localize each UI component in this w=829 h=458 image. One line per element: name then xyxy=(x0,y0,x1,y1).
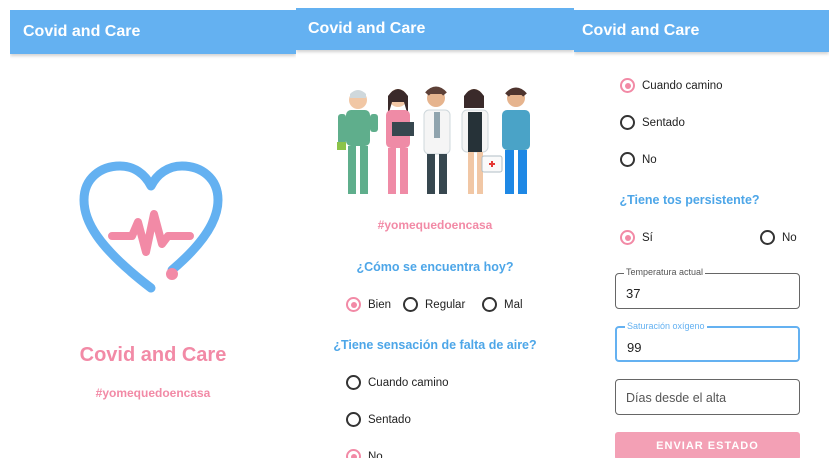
medical-team-illustration xyxy=(337,86,530,194)
radio-unselected-icon xyxy=(620,152,635,167)
form-screen-top: Covid and Care #yomequedoencasa ¿Cómo se… xyxy=(296,8,574,458)
radio-sentado[interactable]: Sentado xyxy=(346,412,411,427)
splash-screen: Covid and Care Covid and Care #yomequedo… xyxy=(10,10,296,458)
app-title: Covid and Care xyxy=(23,23,141,40)
radio-selected-icon xyxy=(346,449,361,458)
radio-selected-icon xyxy=(346,297,361,312)
app-title: Covid and Care xyxy=(308,20,426,37)
radio-cuando-camino[interactable]: Cuando camino xyxy=(620,78,723,93)
radio-selected-icon xyxy=(620,78,635,93)
saturation-field[interactable]: Saturación oxígeno 99 xyxy=(615,321,800,362)
radio-label: No xyxy=(642,153,657,166)
radio-no[interactable]: No xyxy=(346,449,383,458)
form-screen-bottom: Covid and Care Cuando camino Sentado No … xyxy=(574,10,829,458)
field-value: 37 xyxy=(626,286,641,301)
radio-label: Sentado xyxy=(642,116,685,129)
radio-label: Sí xyxy=(642,231,653,244)
days-since-discharge-field[interactable]: Días desde el alta xyxy=(615,379,800,415)
radio-selected-icon xyxy=(620,230,635,245)
radio-label: No xyxy=(368,450,383,458)
radio-unselected-icon xyxy=(403,297,418,312)
field-label: Saturación oxígeno xyxy=(625,321,707,331)
question-cough: ¿Tiene tos persistente? xyxy=(619,193,760,207)
radio-mal[interactable]: Mal xyxy=(482,297,523,312)
radio-regular[interactable]: Regular xyxy=(403,297,465,312)
temperature-field[interactable]: Temperatura actual 37 xyxy=(615,267,800,309)
app-bar: Covid and Care xyxy=(10,10,296,54)
radio-label: Sentado xyxy=(368,413,411,426)
radio-unselected-icon xyxy=(760,230,775,245)
hashtag: #yomequedoencasa xyxy=(95,386,211,400)
radio-cuando-camino[interactable]: Cuando camino xyxy=(346,375,449,390)
radio-label: Mal xyxy=(504,298,523,311)
radio-no[interactable]: No xyxy=(620,152,657,167)
radio-unselected-icon xyxy=(346,375,361,390)
field-label: Temperatura actual xyxy=(624,267,706,277)
app-title: Covid and Care xyxy=(582,22,700,39)
send-status-button[interactable]: ENVIAR ESTADO xyxy=(615,432,800,458)
radio-label: Bien xyxy=(368,298,392,311)
hashtag: #yomequedoencasa xyxy=(377,218,493,232)
radio-label: Regular xyxy=(425,298,466,311)
radio-sentado[interactable]: Sentado xyxy=(620,115,685,130)
radio-label: Cuando camino xyxy=(368,376,449,389)
heart-pulse-icon xyxy=(79,161,223,293)
radio-unselected-icon xyxy=(346,412,361,427)
field-value: 99 xyxy=(627,340,642,355)
radio-label: No xyxy=(782,231,797,244)
radio-si[interactable]: Sí xyxy=(620,230,653,245)
radio-unselected-icon xyxy=(620,115,635,130)
app-bar: Covid and Care xyxy=(574,10,829,52)
radio-bien[interactable]: Bien xyxy=(346,297,391,312)
question-breath: ¿Tiene sensación de falta de aire? xyxy=(333,338,537,352)
radio-no-cough[interactable]: No xyxy=(760,230,797,245)
app-bar: Covid and Care xyxy=(296,8,574,50)
radio-unselected-icon xyxy=(482,297,497,312)
radio-label: Cuando camino xyxy=(642,79,723,92)
app-name: Covid and Care xyxy=(79,344,227,366)
field-placeholder: Días desde el alta xyxy=(626,391,727,405)
question-feeling: ¿Cómo se encuentra hoy? xyxy=(356,260,514,274)
